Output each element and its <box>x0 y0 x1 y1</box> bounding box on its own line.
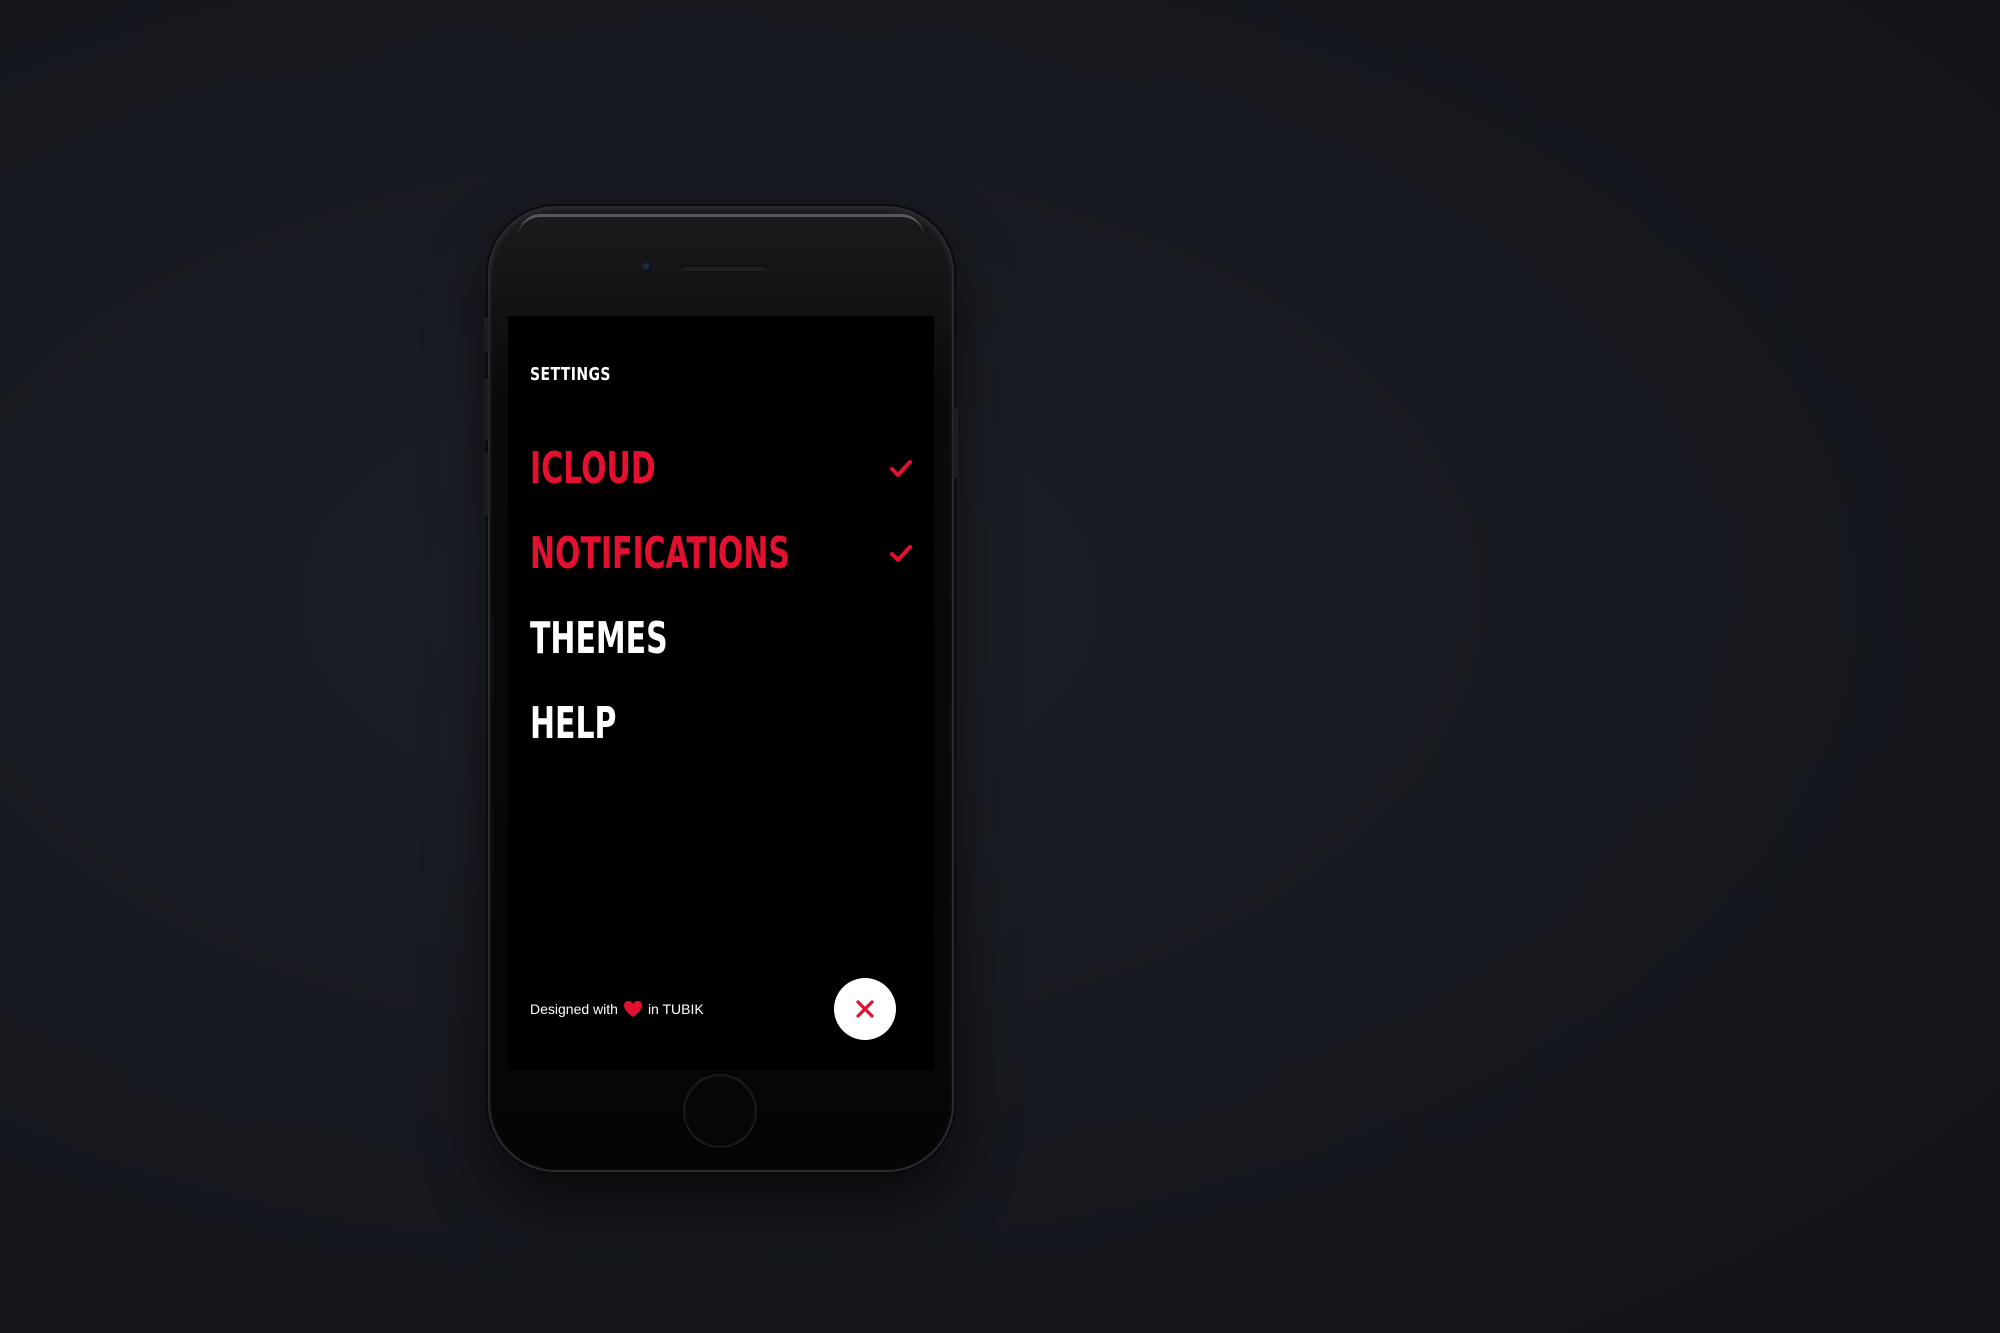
earpiece-speaker <box>680 265 768 271</box>
menu-item-icloud[interactable]: ICLOUD <box>530 444 914 529</box>
menu-item-label: NOTIFICATIONS <box>530 528 790 579</box>
volume-up-button <box>484 378 489 440</box>
home-button[interactable] <box>685 1076 755 1146</box>
close-button[interactable] <box>834 978 896 1040</box>
menu-item-label: ICLOUD <box>530 443 656 494</box>
footer-suffix: in TUBIK <box>647 1001 704 1017</box>
page-title: SETTINGS <box>530 364 611 385</box>
menu-item-label: HELP <box>530 698 617 749</box>
heart-icon <box>623 1001 642 1017</box>
power-button <box>953 408 958 478</box>
bezel-highlight <box>518 214 924 237</box>
menu-item-label: THEMES <box>530 613 668 664</box>
footer-credit: Designed with in TUBIK <box>530 1000 704 1018</box>
checkmark-icon <box>890 460 912 477</box>
footer-prefix: Designed with <box>530 1001 618 1017</box>
mute-switch <box>484 318 489 352</box>
settings-menu: ICLOUD NOTIFICATIONS THEMES HELP <box>530 444 914 784</box>
menu-item-themes[interactable]: THEMES <box>530 614 914 699</box>
settings-screen: SETTINGS ICLOUD NOTIFICATIONS THEMES HEL… <box>508 316 934 1070</box>
menu-item-notifications[interactable]: NOTIFICATIONS <box>530 529 914 614</box>
close-icon <box>856 1000 874 1018</box>
front-camera <box>642 262 652 272</box>
volume-down-button <box>484 453 489 515</box>
menu-item-help[interactable]: HELP <box>530 699 914 784</box>
checkmark-icon <box>890 545 912 562</box>
dark-backdrop: SETTINGS ICLOUD NOTIFICATIONS THEMES HEL… <box>0 0 2000 1333</box>
